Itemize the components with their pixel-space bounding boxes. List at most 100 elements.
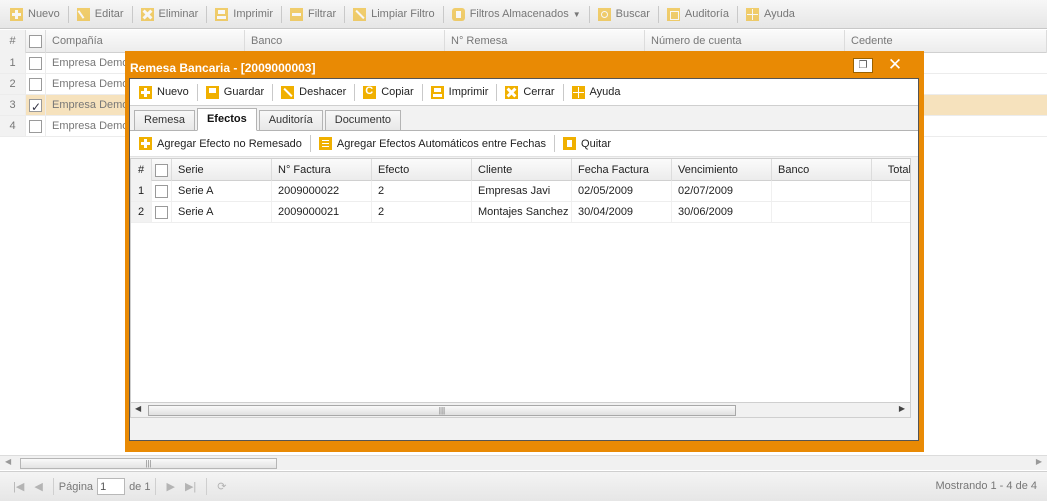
cerrar-button[interactable]: Cerrar <box>501 81 558 103</box>
row-select[interactable] <box>26 116 46 136</box>
header-num: # <box>131 159 152 181</box>
row-select[interactable] <box>152 202 172 222</box>
row-checkbox-checked[interactable] <box>29 97 42 115</box>
toolbar-separator <box>309 135 311 152</box>
header-cuenta[interactable]: Número de cuenta <box>645 30 845 53</box>
modal-nuevo-button[interactable]: Nuevo <box>135 81 193 103</box>
close-window-icon[interactable]: ✕ <box>883 54 907 76</box>
scroll-thumb[interactable]: ||| <box>148 405 736 416</box>
page-input[interactable] <box>97 478 126 495</box>
copiar-button[interactable]: Copiar <box>359 81 417 103</box>
header-select-all[interactable] <box>26 30 46 53</box>
toolbar-separator <box>736 5 738 23</box>
row-select[interactable] <box>26 74 46 94</box>
header-factura[interactable]: N° Factura <box>272 159 372 181</box>
ayuda-button[interactable]: Ayuda <box>742 3 799 25</box>
row-checkbox[interactable] <box>29 56 42 70</box>
next-page-icon[interactable]: ▶ <box>166 480 174 493</box>
modal-ayuda-button[interactable]: Ayuda <box>568 81 625 103</box>
tab-documento[interactable]: Documento <box>324 110 402 130</box>
header-banco[interactable]: Banco <box>245 30 445 53</box>
print-icon <box>215 7 229 21</box>
header-remesa[interactable]: N° Remesa <box>445 30 645 53</box>
nuevo-button[interactable]: Nuevo <box>6 3 64 25</box>
pager-info: Mostrando 1 - 4 de 4 <box>935 480 1037 492</box>
deshacer-label: Deshacer <box>299 86 347 98</box>
scroll-right-icon[interactable]: ▶ <box>1036 457 1042 466</box>
row-checkbox[interactable] <box>155 184 168 198</box>
auditoria-button[interactable]: Auditoría <box>663 3 733 25</box>
editar-button[interactable]: Editar <box>73 3 128 25</box>
header-total[interactable]: Total <box>872 159 910 181</box>
cell-serie: Serie A <box>172 202 272 222</box>
scroll-left-icon[interactable]: ◀ <box>135 404 141 413</box>
guardar-button[interactable]: Guardar <box>202 81 268 103</box>
restore-window-icon[interactable]: ❐ <box>853 58 873 73</box>
row-select[interactable] <box>152 181 172 201</box>
efectos-horizontal-scrollbar[interactable]: ◀ ||| ▶ <box>130 403 911 418</box>
toolbar-separator <box>496 83 498 101</box>
tab-remesa[interactable]: Remesa <box>134 110 195 130</box>
limpiar-filtro-button[interactable]: Limpiar Filtro <box>349 3 439 25</box>
header-select-all[interactable] <box>152 159 172 181</box>
imprimir-button[interactable]: Imprimir <box>211 3 277 25</box>
header-cliente[interactable]: Cliente <box>472 159 572 181</box>
editar-label: Editar <box>94 8 124 20</box>
cell-cliente: Empresas Javi <box>472 181 572 201</box>
filtros-almacenados-button[interactable]: Filtros Almacenados ▼ <box>448 3 585 25</box>
row-select[interactable] <box>26 95 46 115</box>
buscar-button[interactable]: Buscar <box>594 3 654 25</box>
first-page-icon[interactable]: |◀ <box>13 480 24 493</box>
scroll-left-icon[interactable]: ◀ <box>5 457 11 466</box>
filtrar-button[interactable]: Filtrar <box>286 3 340 25</box>
header-serie[interactable]: Serie <box>172 159 272 181</box>
pager: |◀ ◀ Página de 1 ▶ ▶| ⟳ Mostrando 1 - 4 … <box>0 471 1047 501</box>
refresh-icon[interactable]: ⟳ <box>217 480 226 493</box>
tab-auditoria[interactable]: Auditoría <box>258 110 323 130</box>
modal-nuevo-label: Nuevo <box>157 86 189 98</box>
header-cedente[interactable]: Cedente <box>845 30 1047 53</box>
scroll-right-icon[interactable]: ▶ <box>899 404 905 413</box>
last-page-icon[interactable]: ▶| <box>185 480 196 493</box>
tab-efectos[interactable]: Efectos <box>196 108 257 131</box>
pager-separator <box>52 478 54 495</box>
limpiar-filtro-label: Limpiar Filtro <box>371 8 435 20</box>
row-num: 4 <box>0 116 26 136</box>
header-vencimiento[interactable]: Vencimiento <box>672 159 772 181</box>
copy-icon <box>363 85 377 99</box>
quitar-button[interactable]: Quitar <box>559 133 615 155</box>
table-row[interactable]: 1 Serie A 2009000022 2 Empresas Javi 02/… <box>131 181 910 202</box>
scroll-thumb[interactable]: ||| <box>20 458 277 469</box>
modal-toolbar: Nuevo Guardar Deshacer Copiar Imprimir C… <box>130 79 918 106</box>
toolbar-separator <box>206 5 208 23</box>
modal-imprimir-button[interactable]: Imprimir <box>427 81 493 103</box>
row-select[interactable] <box>26 53 46 73</box>
grid-header: # Compañía Banco N° Remesa Número de cue… <box>0 30 1047 53</box>
agregar-efecto-button[interactable]: Agregar Efecto no Remesado <box>135 133 306 155</box>
select-all-checkbox[interactable] <box>155 163 168 177</box>
table-row[interactable]: 2 Serie A 2009000021 2 Montajes Sanchez … <box>131 202 910 223</box>
toolbar-separator <box>554 135 556 152</box>
pager-separator <box>155 478 157 495</box>
eliminar-button[interactable]: Eliminar <box>137 3 203 25</box>
row-checkbox[interactable] <box>29 77 42 91</box>
header-banco[interactable]: Banco <box>772 159 872 181</box>
agregar-auto-button[interactable]: Agregar Efectos Automáticos entre Fechas <box>315 133 550 155</box>
cell-vencimiento: 02/07/2009 <box>672 181 772 201</box>
grid-horizontal-scrollbar[interactable]: ◀ ||| ▶ <box>0 455 1047 470</box>
copiar-label: Copiar <box>381 86 414 98</box>
prev-page-icon[interactable]: ◀ <box>34 480 42 493</box>
ayuda-label: Ayuda <box>763 8 795 20</box>
edit-icon <box>76 7 90 21</box>
row-checkbox[interactable] <box>155 205 168 219</box>
header-efecto[interactable]: Efecto <box>372 159 472 181</box>
help-icon <box>571 85 585 99</box>
row-checkbox[interactable] <box>29 119 42 133</box>
toolbar-separator <box>421 83 423 101</box>
cell-banco <box>772 202 872 222</box>
header-fecha-factura[interactable]: Fecha Factura <box>572 159 672 181</box>
select-all-checkbox[interactable] <box>29 35 42 48</box>
deshacer-button[interactable]: Deshacer <box>277 81 350 103</box>
header-compania[interactable]: Compañía <box>46 30 245 53</box>
toolbar-separator <box>562 83 564 101</box>
